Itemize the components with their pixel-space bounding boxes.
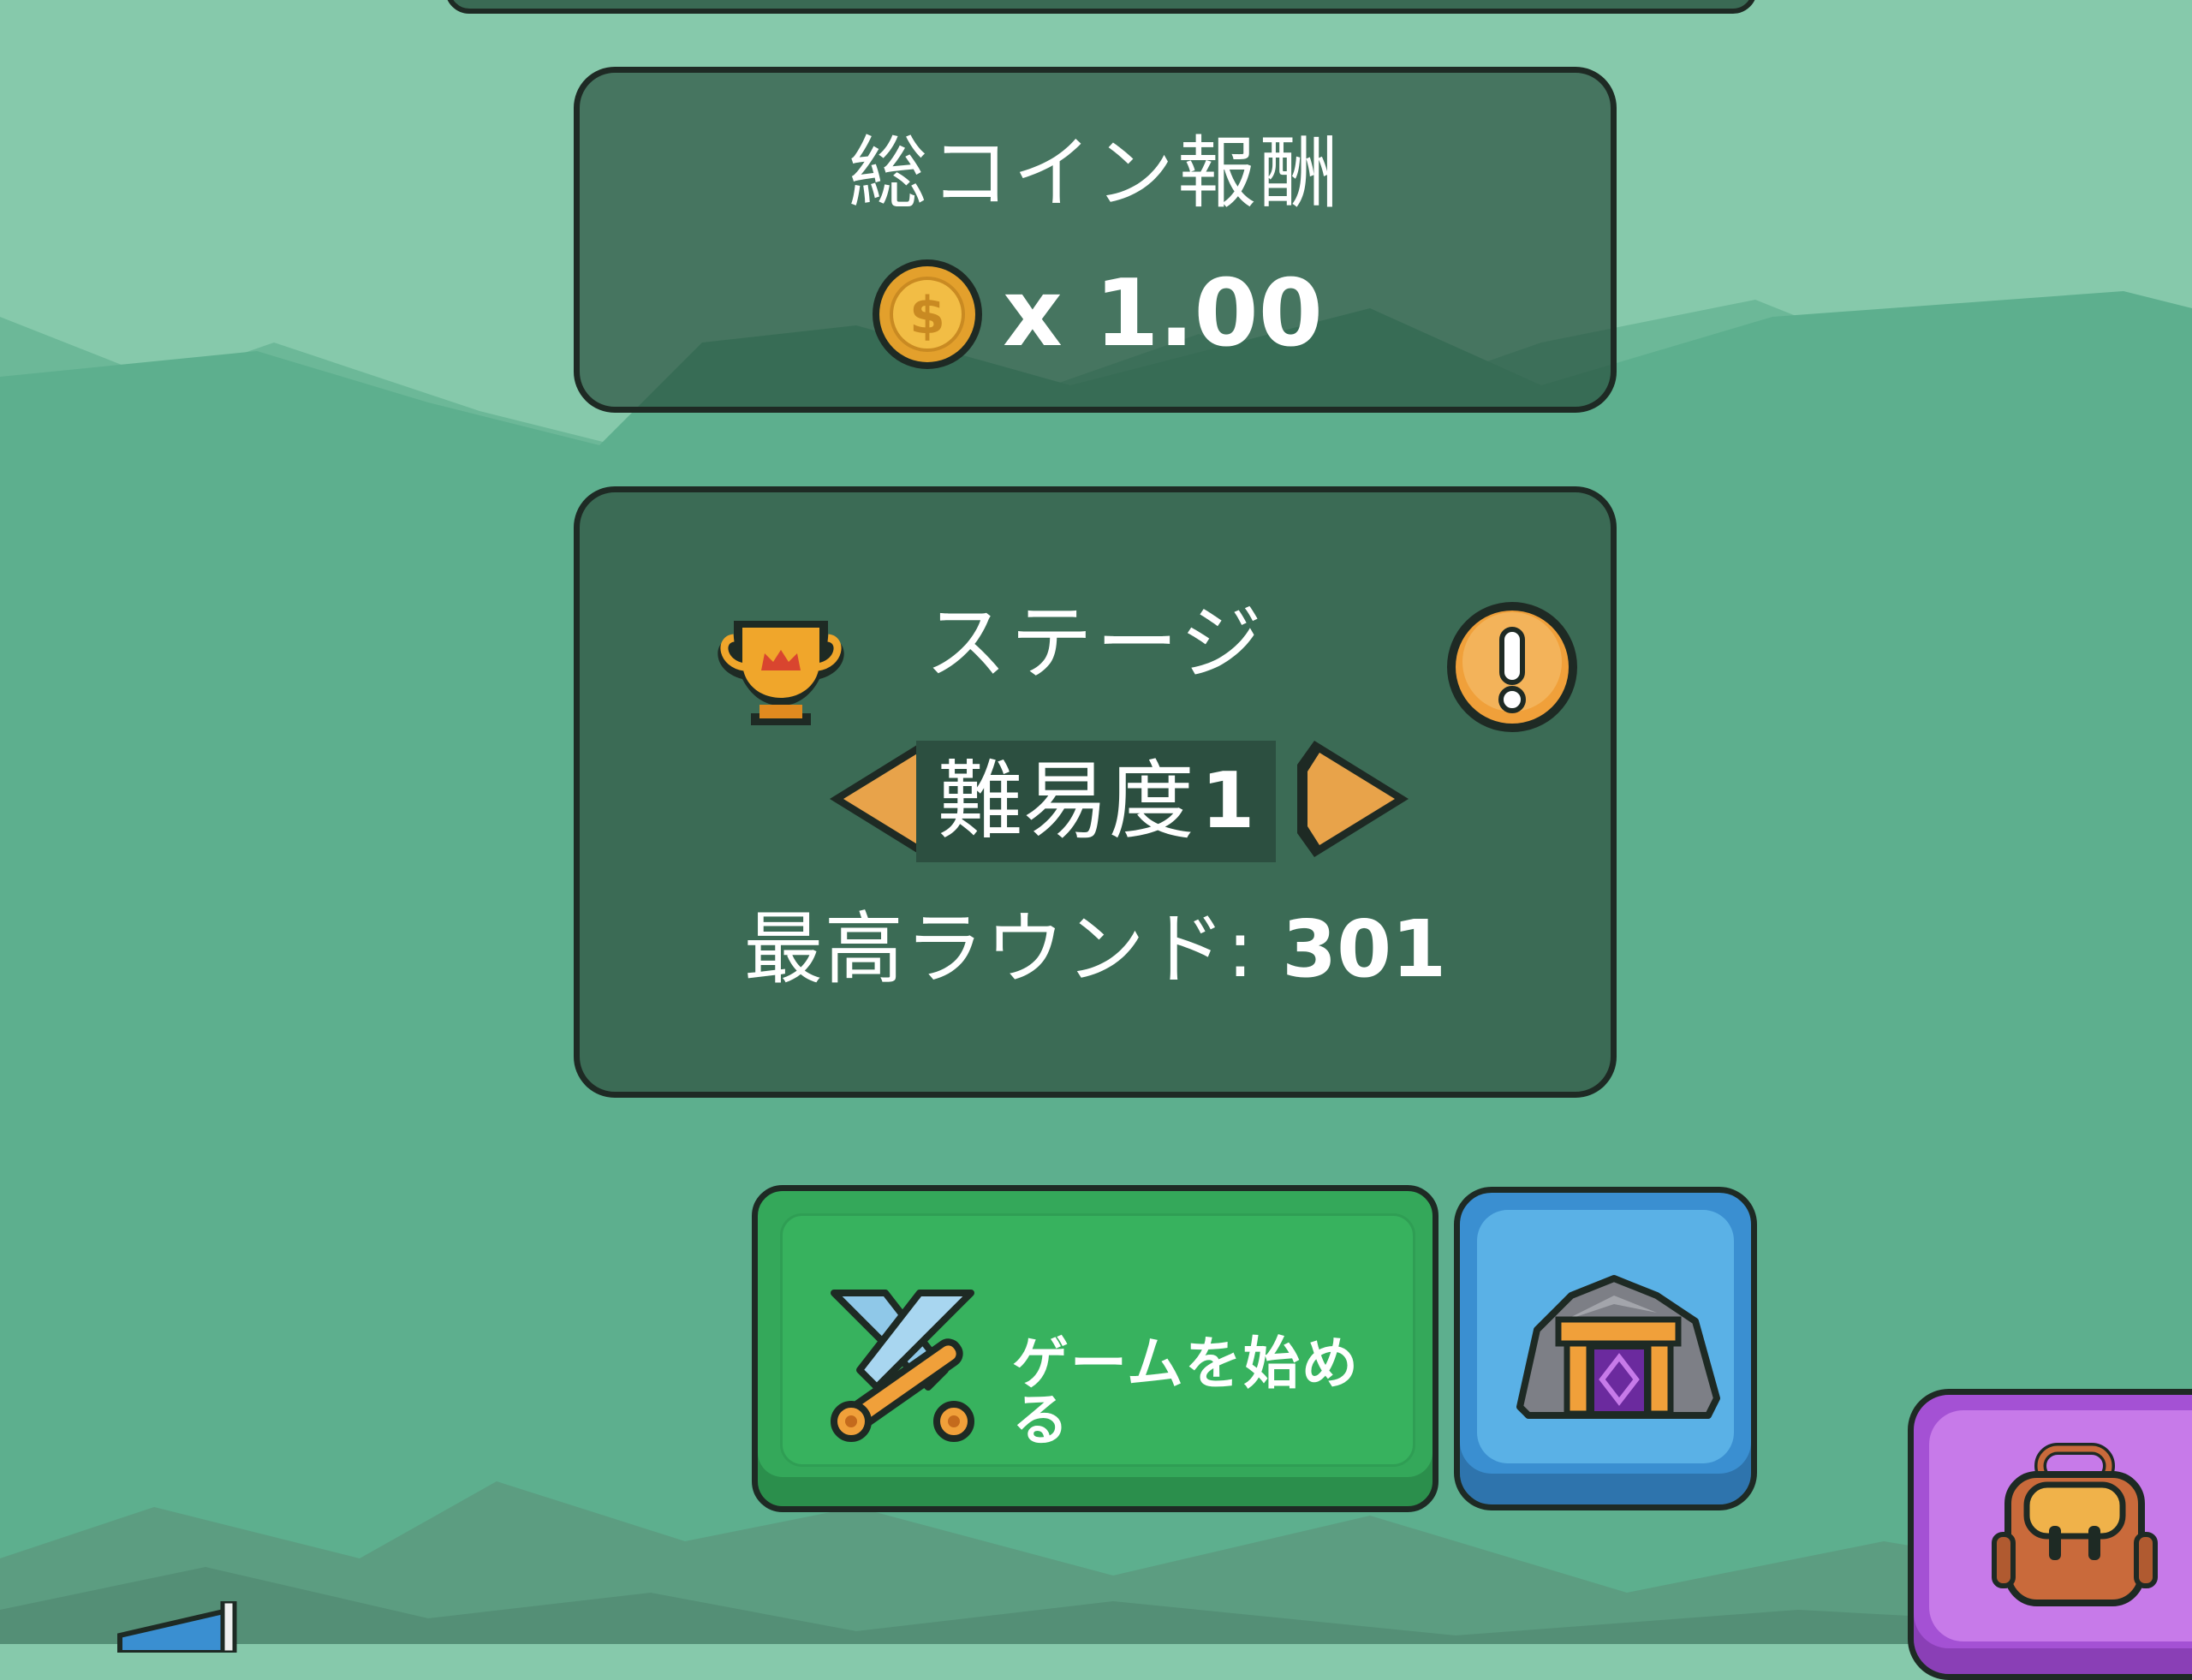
best-round-value: 301 [1282,903,1447,995]
arrow-right-icon[interactable] [1272,730,1426,867]
flag-icon [117,1601,237,1653]
difficulty-label: 難易度 [937,751,1194,851]
inventory-button-face [1929,1410,2192,1641]
start-game-button-face: ゲームを始める [780,1213,1415,1467]
stage-panel: ステージ 難易度 1 最高ラウンド: 301 [574,486,1617,1098]
exclamation-icon[interactable] [1444,599,1581,736]
difficulty-value: 1 [1200,756,1255,846]
coin-reward-title: 総コイン報酬 [848,128,1342,219]
inventory-button[interactable] [1908,1389,2192,1680]
coin-multiplier-row: $ x 1.00 [580,254,1611,374]
svg-text:$: $ [909,286,945,346]
stone-portal-icon [1516,1275,1720,1419]
best-round-label: 最高ラウンド: [743,903,1255,995]
coin-icon: $ [873,259,983,369]
best-round: 最高ラウンド: 301 [580,910,1611,989]
difficulty-display: 難易度 1 [916,741,1276,862]
coin-reward-panel: 総コイン報酬 $ x 1.00 [574,67,1617,413]
backpack-icon [1992,1443,2158,1606]
coin-multiplier-value: x 1.00 [1003,260,1323,367]
start-game-button[interactable]: ゲームを始める [752,1185,1438,1512]
portal-button[interactable] [1454,1187,1757,1510]
difficulty-selector: 難易度 1 [580,722,1611,867]
crossed-swords-icon [831,1290,974,1442]
portal-button-face [1477,1210,1734,1463]
top-panel-edge [445,0,1757,14]
start-game-label: ゲームを始める [1012,1331,1361,1453]
